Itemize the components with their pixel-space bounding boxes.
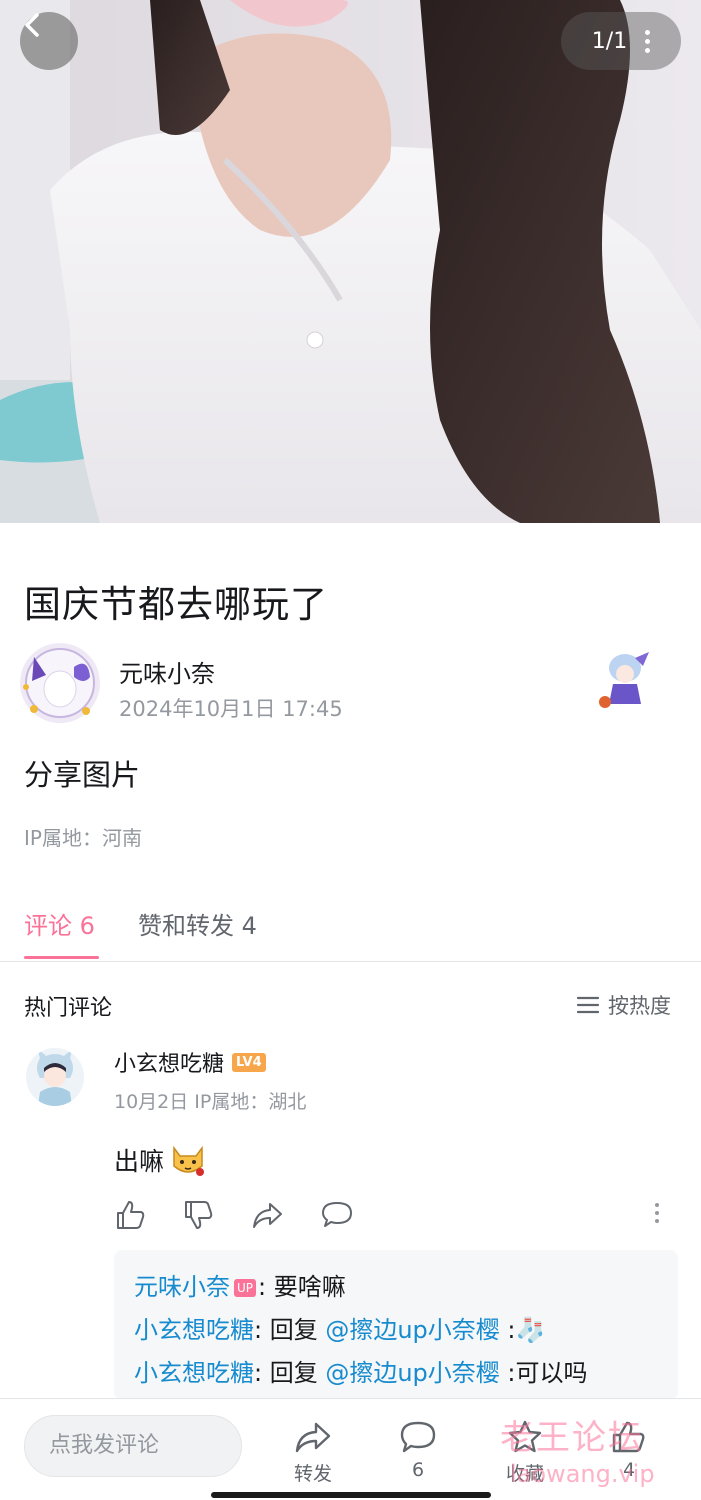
reply-user[interactable]: 小玄想吃糖 (134, 1359, 254, 1387)
tab-bar: 评论 6 赞和转发 4 (0, 880, 701, 962)
sort-label: 按热度 (608, 994, 671, 1018)
reply-preview-box[interactable]: 元味小奈 UP: 要啥嘛 小玄想吃糖: 回复 @擦边up小奈樱 :🧦 小玄想吃糖:… (114, 1250, 678, 1400)
reply-mention[interactable]: @擦边up小奈樱 (325, 1359, 499, 1387)
post-image[interactable]: 1/1 (0, 0, 701, 523)
post-body: 分享图片 (24, 758, 141, 792)
watermark-url: laowang.vip (510, 1460, 655, 1488)
reply-prefix: : 回复 (254, 1359, 326, 1387)
repost-label: 转发 (293, 1463, 332, 1485)
comment-icon (400, 1421, 436, 1453)
share-icon (295, 1422, 331, 1453)
reply-prefix: : 回复 (254, 1316, 326, 1344)
comment-text: 出嘛 (114, 1147, 165, 1176)
tab-comments[interactable]: 评论 6 (24, 906, 95, 941)
comment-count: 6 (411, 1459, 425, 1481)
reply-text: :🧦 (499, 1316, 546, 1344)
menu-lines-icon (576, 996, 600, 1014)
reply-user[interactable]: 小玄想吃糖 (134, 1316, 254, 1344)
post-time: 2024年10月1日 17:45 (119, 697, 343, 721)
reply-text: : 要啥嘛 (258, 1273, 346, 1301)
tab-active-indicator (24, 956, 99, 959)
thumb-up-icon[interactable] (114, 1198, 148, 1232)
comment-text-row: 出嘛 (114, 1142, 208, 1178)
hot-comments-title: 热门评论 (24, 996, 113, 1021)
sort-button[interactable]: 按热度 (576, 990, 671, 1020)
watermark-text: 老王论坛 (500, 1418, 644, 1458)
reply-item: 小玄想吃糖: 回复 @擦边up小奈樱 :🧦 (134, 1309, 658, 1352)
back-button[interactable] (20, 12, 78, 70)
post-ip-location: IP属地：河南 (24, 826, 142, 850)
reply-text: :可以吗 (499, 1359, 588, 1387)
comment-actions (114, 1198, 674, 1234)
commenter-name-row: 小玄想吃糖 LV4 (114, 1046, 266, 1078)
comment-icon[interactable] (320, 1198, 354, 1232)
comment-count-button[interactable]: 6 (383, 1419, 453, 1481)
tab-likes-reposts[interactable]: 赞和转发 4 (138, 906, 257, 941)
decoration-pendant (599, 652, 649, 708)
home-indicator[interactable] (211, 1492, 491, 1498)
more-vertical-icon[interactable] (645, 29, 651, 53)
repost-button[interactable]: 转发 (278, 1419, 348, 1486)
up-badge: UP (234, 1279, 257, 1297)
level-badge: LV4 (232, 1052, 266, 1072)
comment-more-icon[interactable] (655, 1203, 659, 1223)
comment-input[interactable]: 点我发评论 (24, 1415, 242, 1477)
share-icon[interactable] (250, 1198, 284, 1232)
author-avatar[interactable] (14, 637, 106, 729)
author-name[interactable]: 元味小奈 (119, 654, 215, 689)
cat-sticker-icon (173, 1145, 205, 1176)
thumb-down-icon[interactable] (182, 1198, 216, 1232)
pager-text: 1/1 (591, 28, 628, 54)
reply-item: 小玄想吃糖: 回复 @擦边up小奈樱 :可以吗 (134, 1352, 658, 1395)
back-arrow-icon (25, 13, 39, 37)
commenter-avatar[interactable] (26, 1048, 84, 1106)
photo-illustration (0, 0, 701, 523)
reply-mention[interactable]: @擦边up小奈樱 (325, 1316, 499, 1344)
comment-meta: 10月2日 IP属地：湖北 (114, 1091, 307, 1113)
reply-user[interactable]: 元味小奈 (134, 1273, 230, 1301)
commenter-name[interactable]: 小玄想吃糖 (114, 1046, 224, 1078)
image-pager: 1/1 (561, 12, 681, 70)
post-title: 国庆节都去哪玩了 (24, 583, 328, 626)
reply-item: 元味小奈 UP: 要啥嘛 (134, 1266, 658, 1309)
